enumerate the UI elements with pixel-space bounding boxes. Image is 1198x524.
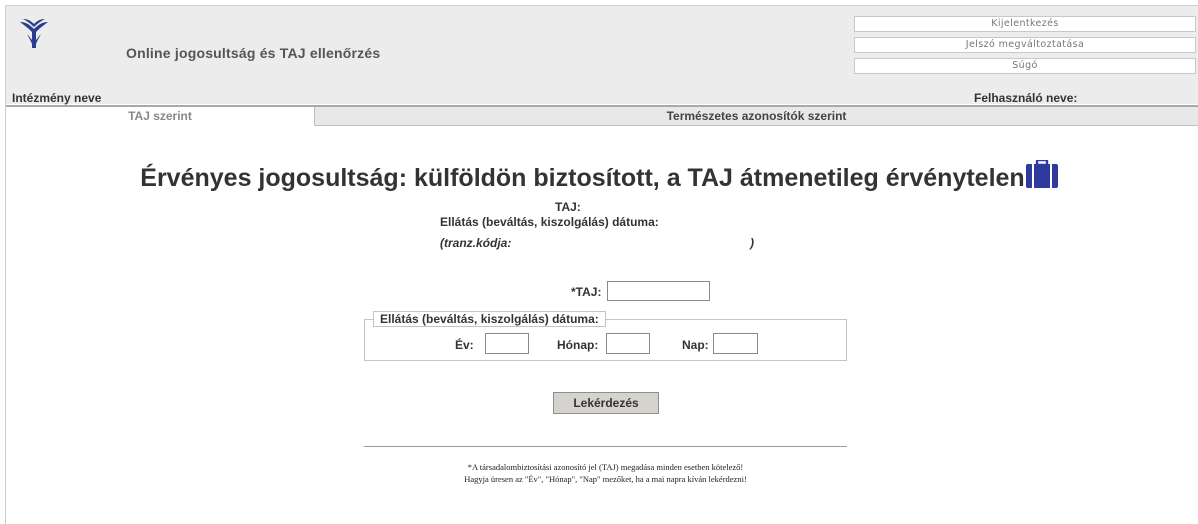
result-title: Érvényes jogosultság: külföldön biztosít… <box>0 160 1198 193</box>
taj-field-label: *TAJ: <box>571 285 602 299</box>
app-title: Online jogosultság és TAJ ellenőrzés <box>126 45 381 61</box>
note-taj-required: *A társadalombiztosítási azonosító jel (… <box>467 462 744 472</box>
change-password-button[interactable]: Jelszó megváltoztatása <box>854 37 1196 53</box>
taj-input[interactable] <box>607 281 710 301</box>
transaction-code-close: ) <box>750 236 754 250</box>
institution-name-label: Intézmény neve <box>12 91 102 105</box>
result-date-label: Ellátás (beváltás, kiszolgálás) dátuma: <box>440 215 659 229</box>
year-input[interactable] <box>485 333 529 354</box>
day-label: Nap: <box>682 338 709 352</box>
suitcase-icon <box>1025 160 1058 188</box>
tab-natural-id-search[interactable]: Természetes azonosítók szerint <box>314 107 1198 126</box>
tab-taj-search[interactable]: TAJ szerint <box>6 107 314 126</box>
notes-divider <box>364 446 847 447</box>
month-input[interactable] <box>606 333 650 354</box>
day-input[interactable] <box>713 333 758 354</box>
help-button[interactable]: Súgó <box>854 58 1196 74</box>
year-label: Év: <box>455 338 474 352</box>
month-label: Hónap: <box>557 338 599 352</box>
result-taj-label: TAJ: <box>555 200 581 214</box>
logout-button[interactable]: Kijelentkezés <box>854 16 1196 32</box>
user-name-label: Felhasználó neve: <box>974 91 1078 105</box>
transaction-code-label: (tranz.kódja: <box>440 236 512 250</box>
note-empty-date: Hagyja üresen az "Év", "Hónap", "Nap" me… <box>464 474 747 484</box>
app-header: Online jogosultság és TAJ ellenőrzés Int… <box>6 6 1198 105</box>
search-tabs: TAJ szerint Természetes azonosítók szeri… <box>6 105 1198 126</box>
service-date-legend: Ellátás (beváltás, kiszolgálás) dátuma: <box>373 311 606 327</box>
query-button[interactable]: Lekérdezés <box>553 392 659 414</box>
result-title-text: Érvényes jogosultság: külföldön biztosít… <box>140 164 1025 192</box>
ministry-logo-icon <box>20 19 48 48</box>
